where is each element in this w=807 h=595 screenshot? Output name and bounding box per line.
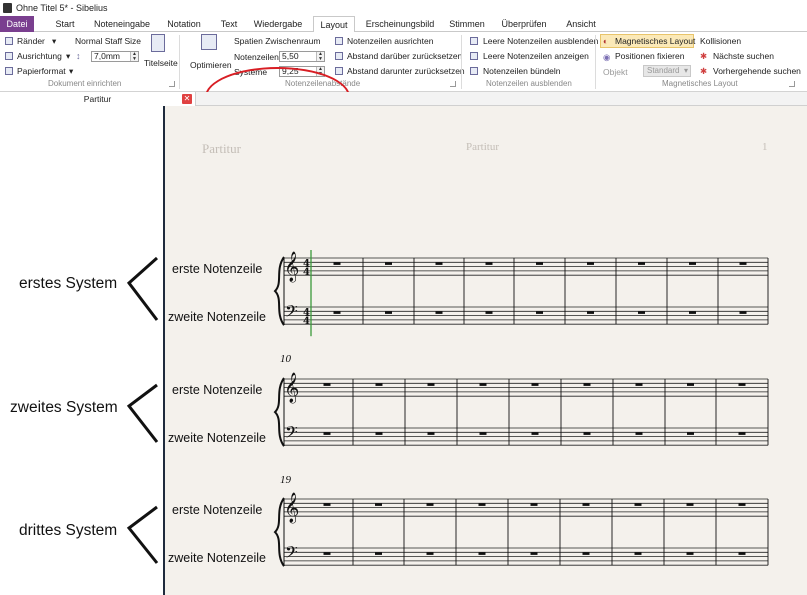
whole-rest xyxy=(375,503,382,506)
whole-rest xyxy=(739,262,747,265)
bass-clef-icon: 𝄢 xyxy=(285,422,298,446)
whole-rest xyxy=(427,432,435,435)
whole-rest xyxy=(531,383,539,386)
annotation-bracket xyxy=(126,256,159,321)
time-signature-bottom: 4 xyxy=(303,316,310,327)
whole-rest xyxy=(426,552,434,555)
whole-rest xyxy=(323,383,331,386)
whole-rest xyxy=(635,432,643,435)
whole-rest xyxy=(634,552,642,555)
whole-rest xyxy=(582,503,590,506)
bass-clef-icon: 𝄢 xyxy=(285,301,298,325)
whole-rest xyxy=(638,262,645,265)
whole-rest xyxy=(738,503,746,506)
whole-rest xyxy=(587,262,594,265)
score-notation: 𝄞𝄢4444𝄞𝄢𝄞𝄢 xyxy=(126,250,769,567)
whole-rest xyxy=(530,503,538,506)
whole-rest xyxy=(583,432,591,435)
system-brace xyxy=(273,377,285,447)
whole-rest xyxy=(536,311,543,314)
annotation-bracket xyxy=(126,383,159,443)
whole-rest xyxy=(689,262,696,265)
whole-rest xyxy=(333,262,341,265)
whole-rest xyxy=(426,503,434,506)
whole-rest xyxy=(582,552,590,555)
annotation-bracket xyxy=(126,505,159,564)
whole-rest xyxy=(385,262,392,265)
whole-rest xyxy=(323,552,331,555)
whole-rest xyxy=(738,432,746,435)
treble-clef-icon: 𝄞 xyxy=(284,372,299,404)
whole-rest xyxy=(634,503,642,506)
whole-rest xyxy=(478,503,486,506)
bass-clef-icon: 𝄢 xyxy=(285,542,298,566)
whole-rest xyxy=(531,432,539,435)
system-brace xyxy=(273,497,285,567)
whole-rest xyxy=(479,383,487,386)
whole-rest xyxy=(536,262,543,265)
whole-rest xyxy=(635,383,643,386)
whole-rest xyxy=(587,311,594,314)
whole-rest xyxy=(375,552,382,555)
whole-rest xyxy=(530,552,538,555)
treble-clef-icon: 𝄞 xyxy=(284,251,299,283)
whole-rest xyxy=(375,432,383,435)
whole-rest xyxy=(478,552,486,555)
whole-rest xyxy=(385,311,392,314)
whole-rest xyxy=(687,383,694,386)
whole-rest xyxy=(485,262,493,265)
whole-rest xyxy=(323,432,331,435)
whole-rest xyxy=(739,311,747,314)
whole-rest xyxy=(427,383,435,386)
whole-rest xyxy=(638,311,645,314)
whole-rest xyxy=(738,383,746,386)
whole-rest xyxy=(687,432,694,435)
whole-rest xyxy=(583,383,591,386)
whole-rest xyxy=(435,262,443,265)
whole-rest xyxy=(323,503,331,506)
whole-rest xyxy=(435,311,443,314)
whole-rest xyxy=(375,383,383,386)
system-brace xyxy=(273,256,285,326)
whole-rest xyxy=(485,311,493,314)
treble-clef-icon: 𝄞 xyxy=(284,492,299,524)
whole-rest xyxy=(479,432,487,435)
whole-rest xyxy=(738,552,746,555)
time-signature-bottom: 4 xyxy=(303,267,310,278)
whole-rest xyxy=(689,311,696,314)
whole-rest xyxy=(686,552,694,555)
whole-rest xyxy=(686,503,694,506)
whole-rest xyxy=(333,311,341,314)
